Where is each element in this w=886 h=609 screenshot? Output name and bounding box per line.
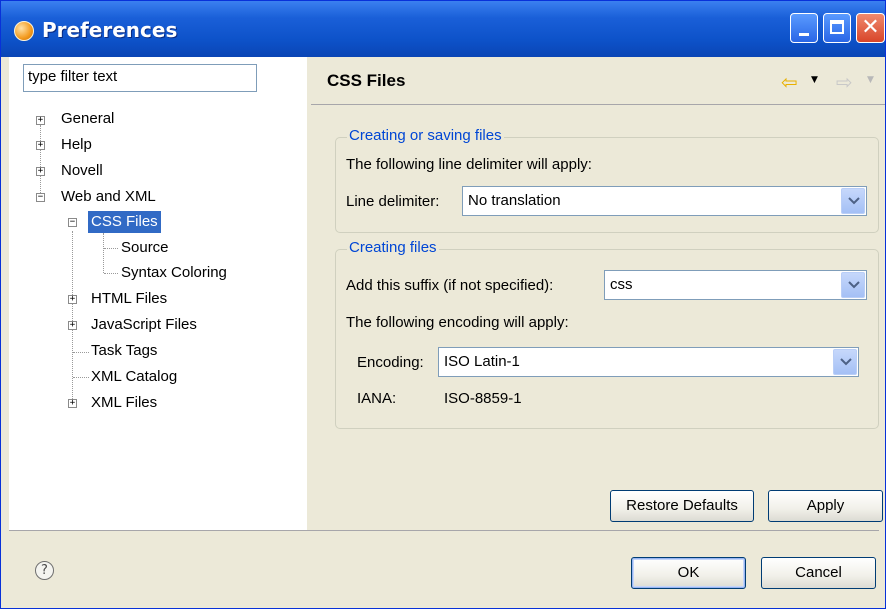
tree-item-source[interactable]: Source bbox=[121, 237, 169, 259]
line-delimiter-label: Line delimiter: bbox=[346, 193, 440, 210]
back-history-chevron-down-icon[interactable]: ▼ bbox=[811, 75, 818, 85]
tree-line bbox=[103, 233, 104, 273]
tree-item-xml-catalog[interactable]: XML Catalog bbox=[91, 366, 177, 388]
maximize-button[interactable] bbox=[823, 13, 851, 43]
suffix-value: css bbox=[610, 276, 633, 293]
group-legend-creating-or-saving: Creating or saving files bbox=[347, 127, 504, 144]
expand-html-files-icon[interactable]: + bbox=[68, 295, 77, 304]
tree-item-help[interactable]: Help bbox=[61, 134, 92, 156]
title-bar[interactable]: Preferences ✕ bbox=[1, 1, 885, 57]
restore-defaults-button[interactable]: Restore Defaults bbox=[610, 490, 754, 522]
expand-javascript-files-icon[interactable]: + bbox=[68, 321, 77, 330]
encoding-label: Encoding: bbox=[357, 354, 424, 371]
suffix-label: Add this suffix (if not specified): bbox=[346, 277, 554, 294]
chevron-down-icon[interactable] bbox=[833, 349, 857, 375]
tree-item-syntax-coloring[interactable]: Syntax Coloring bbox=[121, 262, 227, 284]
tree-item-xml-files[interactable]: XML Files bbox=[91, 392, 157, 414]
cancel-button[interactable]: Cancel bbox=[761, 557, 876, 589]
page-title: CSS Files bbox=[327, 71, 406, 90]
iana-label: IANA: bbox=[357, 390, 397, 407]
tree-item-general[interactable]: General bbox=[61, 108, 114, 130]
ok-button[interactable]: OK bbox=[631, 557, 746, 589]
expand-help-icon[interactable]: + bbox=[36, 141, 45, 150]
back-arrow-icon[interactable]: ⇦ bbox=[781, 70, 798, 94]
iana-value: ISO-8859-1 bbox=[444, 390, 522, 407]
dialog-separator bbox=[9, 530, 879, 531]
tree-line bbox=[40, 125, 41, 201]
tree-item-javascript-files[interactable]: JavaScript Files bbox=[91, 314, 197, 336]
expand-general-icon[interactable]: + bbox=[36, 116, 45, 125]
group-legend-creating-files: Creating files bbox=[347, 239, 439, 256]
line-delimiter-value: No translation bbox=[468, 192, 561, 209]
expand-novell-icon[interactable]: + bbox=[36, 167, 45, 176]
tree-item-novell[interactable]: Novell bbox=[61, 160, 103, 182]
encoding-description: The following encoding will apply: bbox=[346, 314, 569, 331]
maximize-icon bbox=[830, 20, 844, 34]
window-title: Preferences bbox=[42, 18, 178, 42]
preferences-dialog: Preferences ✕ type filter text + General… bbox=[0, 0, 886, 609]
suffix-select[interactable]: css bbox=[604, 270, 867, 300]
creating-or-saving-files-group bbox=[335, 137, 879, 233]
collapse-css-files-icon[interactable]: − bbox=[68, 218, 77, 227]
tree-item-web-and-xml[interactable]: Web and XML bbox=[61, 186, 156, 208]
minimize-icon bbox=[799, 33, 809, 36]
tree-item-task-tags[interactable]: Task Tags bbox=[91, 340, 157, 362]
encoding-value: ISO Latin-1 bbox=[444, 353, 520, 370]
app-icon bbox=[14, 21, 34, 41]
close-button[interactable]: ✕ bbox=[856, 13, 885, 43]
title-separator bbox=[311, 104, 885, 105]
forward-arrow-icon[interactable]: ⇨ bbox=[836, 70, 853, 94]
expand-xml-files-icon[interactable]: + bbox=[68, 399, 77, 408]
encoding-select[interactable]: ISO Latin-1 bbox=[438, 347, 859, 377]
chevron-down-icon[interactable] bbox=[841, 272, 865, 298]
chevron-down-icon[interactable] bbox=[841, 188, 865, 214]
tree-line bbox=[73, 377, 89, 378]
filter-input[interactable]: type filter text bbox=[23, 64, 257, 92]
apply-button[interactable]: Apply bbox=[768, 490, 883, 522]
forward-history-chevron-down-icon[interactable]: ▼ bbox=[867, 75, 874, 85]
tree-item-html-files[interactable]: HTML Files bbox=[91, 288, 167, 310]
close-icon: ✕ bbox=[861, 15, 880, 40]
tree-line bbox=[73, 352, 89, 353]
tree-line bbox=[104, 273, 118, 274]
tree-line bbox=[104, 248, 118, 249]
collapse-web-and-xml-icon[interactable]: − bbox=[36, 193, 45, 202]
help-icon[interactable]: ? bbox=[35, 561, 54, 580]
line-delimiter-select[interactable]: No translation bbox=[462, 186, 867, 216]
line-delimiter-description: The following line delimiter will apply: bbox=[346, 156, 592, 173]
tree-item-css-files[interactable]: CSS Files bbox=[88, 211, 161, 233]
minimize-button[interactable] bbox=[790, 13, 818, 43]
